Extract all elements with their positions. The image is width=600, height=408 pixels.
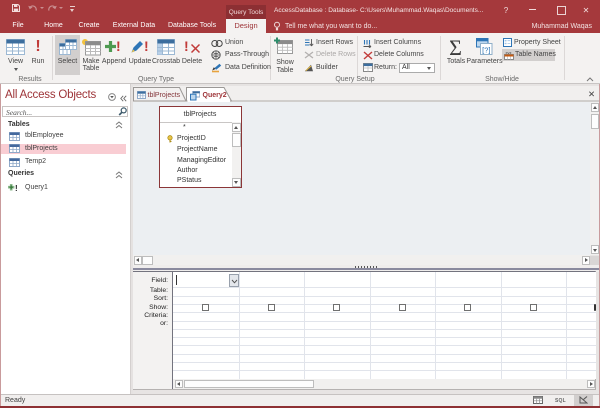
svg-text:[?]: [?] xyxy=(482,46,490,55)
svg-text:!: ! xyxy=(15,184,18,192)
